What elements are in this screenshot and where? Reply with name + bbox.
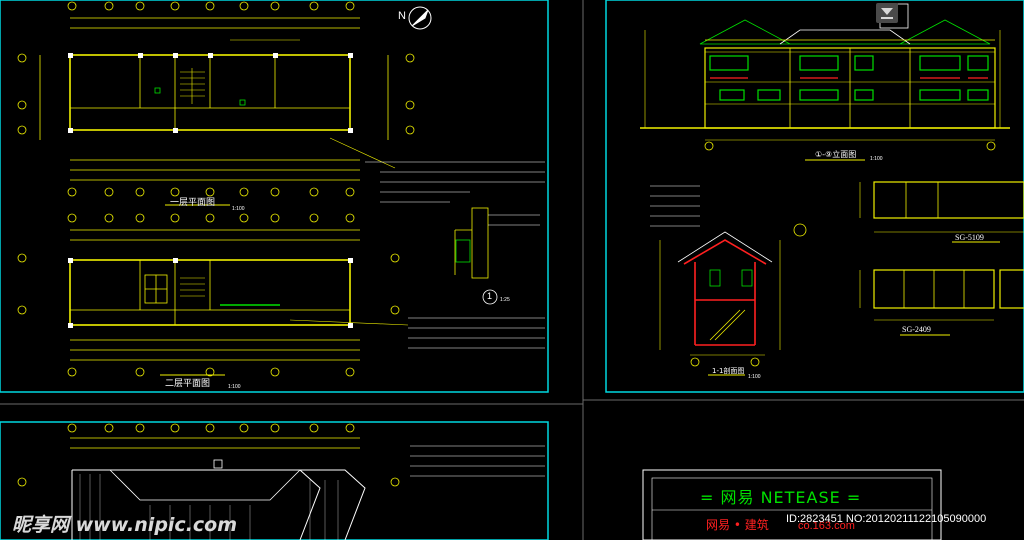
window-label-sg5109: SG-5109 [955,233,984,242]
front-elevation [640,3,1010,161]
wall-detail-1 [454,207,540,305]
floor1-scale: 1:100 [232,206,245,212]
elevation-title: ①-⑨立面图 [815,150,857,159]
north-arrow-icon [408,6,432,30]
section-scale: 1:100 [748,374,761,380]
watermark-id: ID:2823451 NO:20120211122105090000 [786,513,987,525]
floor-plan-1 [17,1,415,197]
title-block-brand: = 网易 NETEASE = [700,488,862,507]
floor-plan-2 [17,213,409,377]
window-schedule [859,181,1024,336]
download-icon[interactable] [876,3,898,23]
title-block-subtitle: 网易 • 建筑 [706,518,769,532]
cad-drawing-canvas [0,0,1024,540]
sheet-frames [0,0,1024,540]
section-1-1 [650,185,807,376]
floor2-scale: 1:100 [228,384,241,390]
section-title: 1-1剖面图 [712,367,745,375]
detail-marker: 1 [487,291,493,301]
window-label-sg2409: SG-2409 [902,325,931,334]
north-marker: N [398,10,406,22]
floor1-title: 一层平面图 [170,198,216,208]
elevation-scale: 1:100 [870,156,883,162]
detail-scale: 1:25 [500,297,510,303]
watermark-logo: 昵享网 www.nipic.com [12,514,238,536]
floor2-title: 二层平面图 [165,379,211,389]
